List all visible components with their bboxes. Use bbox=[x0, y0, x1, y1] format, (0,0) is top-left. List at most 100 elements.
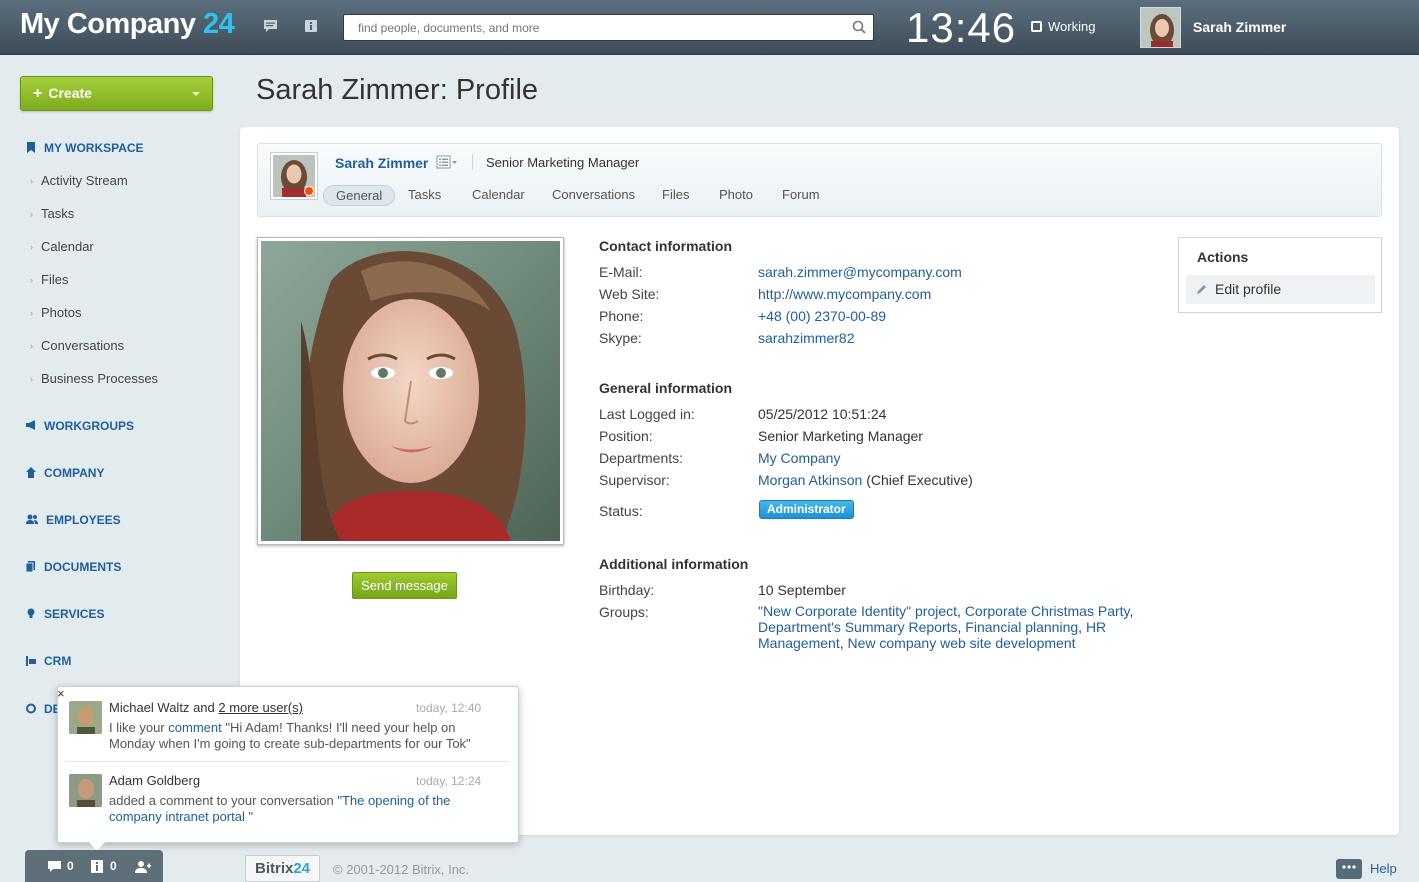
header-user-name[interactable]: Sarah Zimmer bbox=[1193, 19, 1286, 35]
help-link[interactable]: Help bbox=[1370, 861, 1397, 876]
help-chat-icon[interactable] bbox=[1336, 859, 1362, 879]
search-box bbox=[343, 14, 874, 41]
footer-logo-text: Bitrix bbox=[254, 860, 294, 877]
messages-icon[interactable] bbox=[263, 19, 278, 33]
sidebar-item-calendar[interactable]: › Calendar bbox=[30, 239, 94, 254]
arrow-icon: › bbox=[30, 275, 33, 285]
notification-divider bbox=[65, 761, 510, 762]
skype-link[interactable]: sarahzimmer82 bbox=[758, 330, 854, 346]
clock: 13:46 bbox=[906, 4, 1017, 51]
nav-documents-label: DOCUMENTS bbox=[44, 560, 122, 574]
info-icon[interactable] bbox=[90, 860, 104, 873]
profile-name-link[interactable]: Sarah Zimmer bbox=[335, 155, 428, 171]
create-button[interactable]: + Create bbox=[20, 76, 213, 111]
phone-link[interactable]: +48 (00) 2370-00-89 bbox=[758, 308, 886, 324]
search-input[interactable] bbox=[344, 15, 834, 40]
tab-forum[interactable]: Forum bbox=[770, 185, 832, 206]
nav-services[interactable]: SERVICES bbox=[26, 607, 104, 621]
arrow-icon: › bbox=[30, 308, 33, 318]
actions-box: Actions Edit profile bbox=[1178, 237, 1382, 313]
arrow-icon: › bbox=[30, 242, 33, 252]
sidebar-item-files[interactable]: › Files bbox=[30, 272, 68, 287]
nav-my-workspace[interactable]: MY WORKSPACE bbox=[26, 141, 144, 155]
notification-time: today, 12:24 bbox=[416, 774, 482, 788]
birthday-value: 10 September bbox=[758, 582, 846, 598]
notifications-icon[interactable] bbox=[303, 19, 318, 33]
nav-company-label: COMPANY bbox=[44, 466, 105, 480]
group-link[interactable]: Department's Summary Reports bbox=[758, 619, 958, 635]
arrow-icon: › bbox=[30, 374, 33, 384]
sidebar-item-conversations[interactable]: › Conversations bbox=[30, 338, 124, 353]
supervisor-label: Supervisor: bbox=[599, 472, 670, 488]
pencil-icon bbox=[1197, 285, 1206, 294]
last-login-label: Last Logged in: bbox=[599, 406, 695, 422]
sidebar-item-label: Business Processes bbox=[41, 371, 159, 386]
arrow-icon: › bbox=[30, 341, 33, 351]
tab-conversations[interactable]: Conversations bbox=[540, 185, 647, 206]
general-heading: General information bbox=[599, 380, 733, 396]
sidebar-item-business-processes[interactable]: › Business Processes bbox=[30, 371, 158, 386]
group-link[interactable]: "New Corporate Identity" project bbox=[758, 603, 957, 619]
page-title: Sarah Zimmer: Profile bbox=[256, 74, 539, 106]
email-link[interactable]: sarah.zimmer@mycompany.com bbox=[758, 264, 962, 280]
list-menu-icon[interactable] bbox=[436, 155, 458, 169]
supervisor-link[interactable]: Morgan Atkinson bbox=[758, 472, 862, 488]
search-icon[interactable] bbox=[852, 20, 866, 34]
notification-title: Michael Waltz and 2 more user(s) bbox=[109, 700, 303, 715]
contacts-icon[interactable] bbox=[135, 860, 151, 873]
nav-de[interactable]: DE bbox=[26, 702, 61, 716]
plus-icon: + bbox=[33, 85, 43, 102]
nav-workgroups[interactable]: WORKGROUPS bbox=[26, 419, 134, 433]
actions-title: Actions bbox=[1197, 249, 1249, 265]
group-link[interactable]: New company web site development bbox=[848, 635, 1076, 651]
position-value: Senior Marketing Manager bbox=[758, 428, 923, 444]
nav-employees[interactable]: EMPLOYEES bbox=[26, 513, 121, 527]
group-link[interactable]: Financial planning bbox=[965, 619, 1078, 635]
notification-text-pre: I like your bbox=[109, 720, 165, 735]
chat-icon[interactable] bbox=[47, 860, 62, 873]
divider bbox=[472, 154, 473, 170]
messages-count: 0 bbox=[67, 859, 74, 873]
bookmark-icon bbox=[27, 142, 35, 153]
department-link[interactable]: My Company bbox=[758, 450, 840, 466]
edit-profile-button[interactable]: Edit profile bbox=[1186, 275, 1375, 304]
sidebar-item-activity-stream[interactable]: › Activity Stream bbox=[30, 173, 128, 188]
logo-text: My Company bbox=[20, 8, 196, 40]
supervisor-role: (Chief Executive) bbox=[866, 472, 973, 488]
close-icon[interactable]: × bbox=[57, 686, 65, 701]
notification-avatar[interactable] bbox=[69, 701, 102, 734]
nav-documents[interactable]: DOCUMENTS bbox=[26, 560, 121, 574]
nav-company[interactable]: COMPANY bbox=[26, 466, 104, 480]
profile-small-avatar[interactable] bbox=[270, 152, 318, 200]
footer-logo[interactable]: Bitrix24 bbox=[245, 855, 320, 882]
work-status[interactable]: Working bbox=[1031, 19, 1095, 34]
group-link[interactable]: Corporate Christmas Party bbox=[965, 603, 1130, 619]
header-avatar[interactable] bbox=[1140, 7, 1181, 48]
more-users-link[interactable]: 2 more user(s) bbox=[218, 700, 303, 715]
online-status-icon bbox=[304, 186, 314, 196]
tab-calendar[interactable]: Calendar bbox=[460, 185, 537, 206]
sidebar-item-tasks[interactable]: › Tasks bbox=[30, 206, 74, 221]
profile-photo bbox=[257, 237, 564, 545]
tab-files[interactable]: Files bbox=[650, 185, 701, 206]
tab-tasks[interactable]: Tasks bbox=[396, 185, 453, 206]
notification-user[interactable]: Adam Goldberg bbox=[109, 773, 200, 788]
birthday-label: Birthday: bbox=[599, 582, 655, 598]
tab-general[interactable]: General bbox=[323, 185, 396, 206]
company-logo[interactable]: My Company 24 bbox=[20, 8, 235, 41]
notification-avatar[interactable] bbox=[69, 774, 102, 807]
nav-services-label: SERVICES bbox=[44, 607, 105, 621]
arrow-icon: › bbox=[30, 176, 33, 186]
tab-photo[interactable]: Photo bbox=[707, 185, 765, 206]
sidebar-item-photos[interactable]: › Photos bbox=[30, 305, 81, 320]
comment-link[interactable]: comment bbox=[168, 720, 221, 735]
nav-crm[interactable]: CRM bbox=[26, 654, 71, 668]
chevron-down-icon[interactable] bbox=[192, 92, 200, 96]
notification-text: I like your comment "Hi Adam! Thanks! I'… bbox=[109, 720, 489, 752]
website-link[interactable]: http://www.mycompany.com bbox=[758, 286, 931, 302]
arrow-icon: › bbox=[30, 209, 33, 219]
notification-user[interactable]: Michael Waltz bbox=[109, 700, 189, 715]
send-message-button[interactable]: Send message bbox=[352, 572, 457, 599]
profile-job-title: Senior Marketing Manager bbox=[486, 155, 640, 170]
home-icon bbox=[26, 467, 36, 478]
